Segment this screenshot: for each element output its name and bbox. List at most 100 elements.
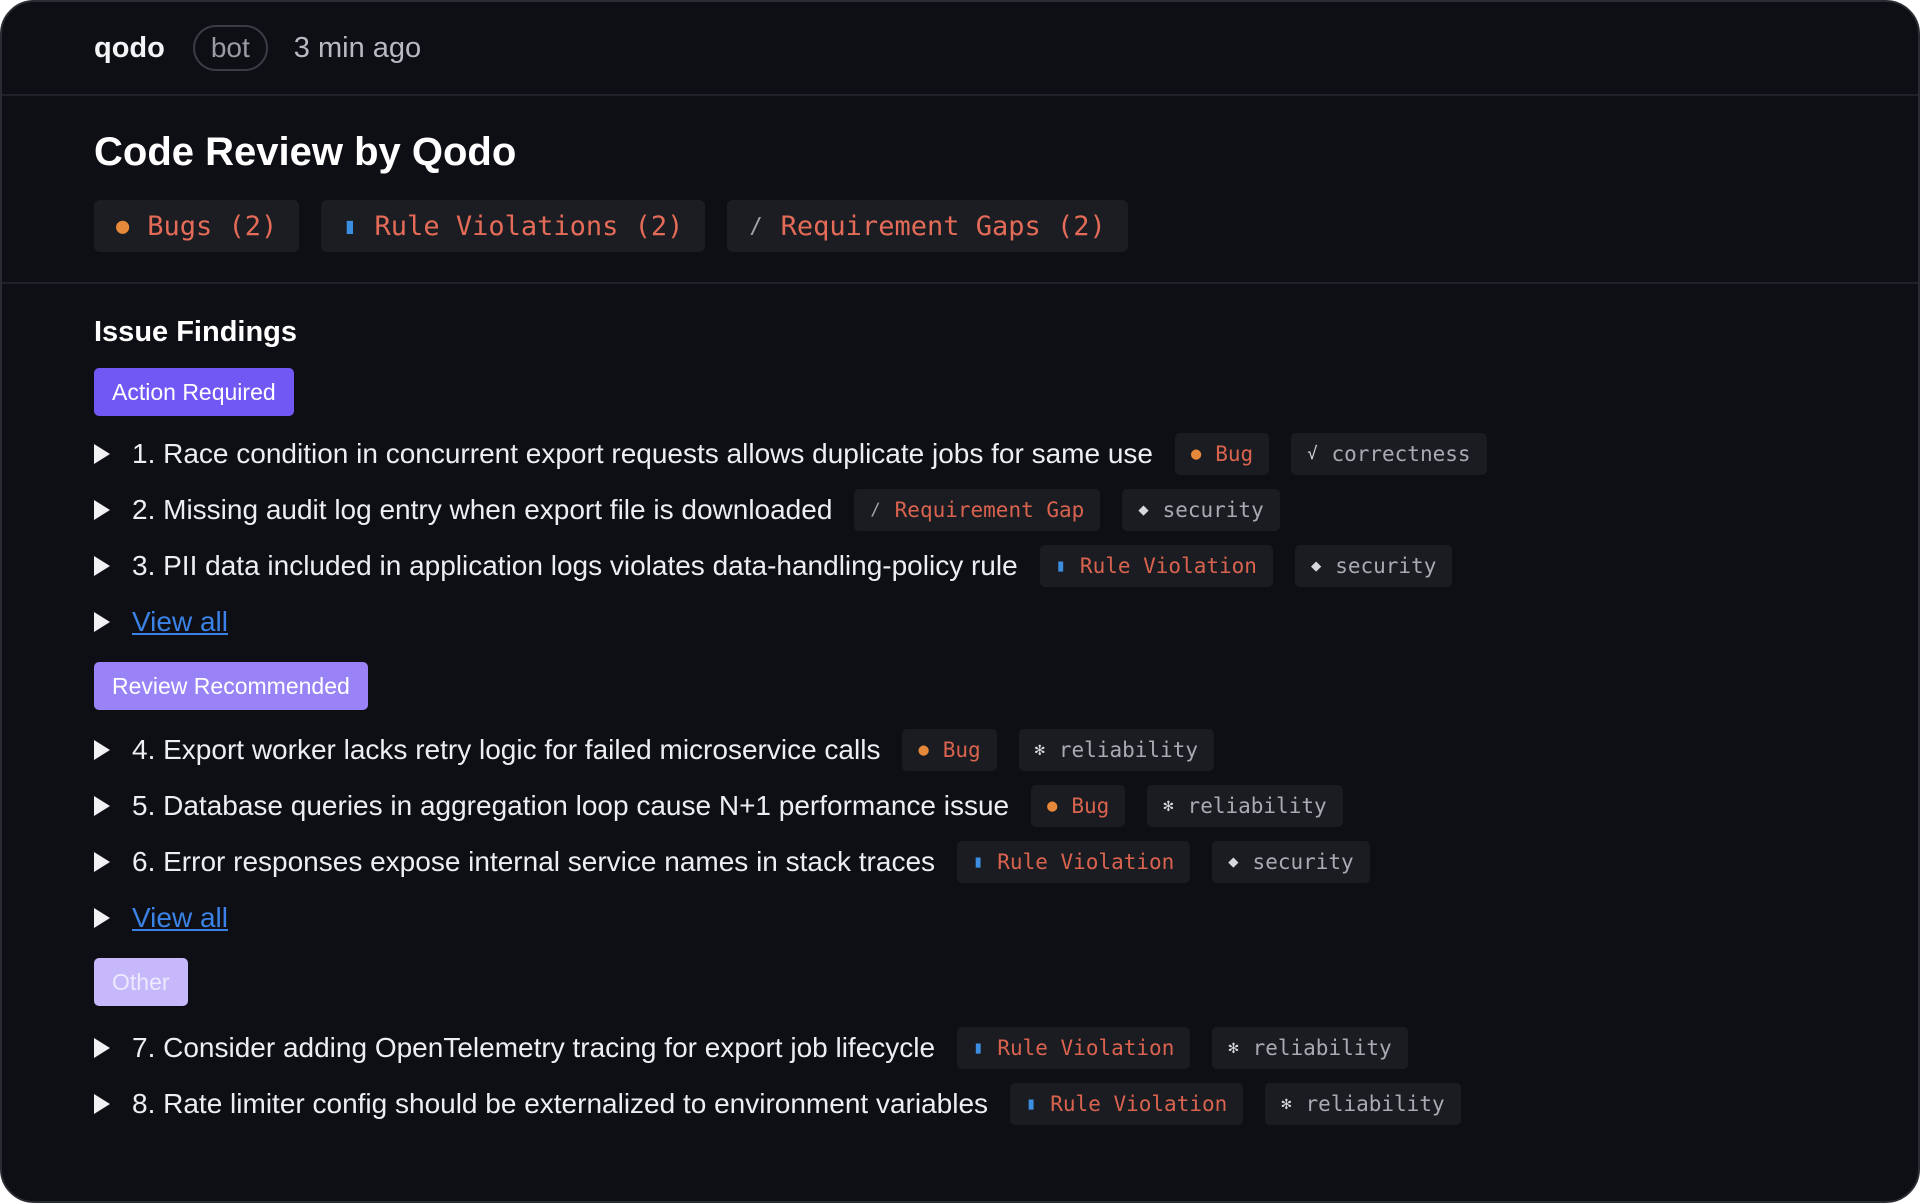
category-tag: ✻ reliability xyxy=(1265,1083,1461,1125)
finding-item[interactable]: 3. PII data included in application logs… xyxy=(94,538,1878,594)
bug-icon: ● xyxy=(1047,796,1058,816)
type-tag: ∕ Requirement Gap xyxy=(854,489,1101,531)
type-tag-label: Requirement Gap xyxy=(894,498,1085,522)
other-badge: Other xyxy=(94,958,188,1006)
diamond-icon: ◆ xyxy=(1138,500,1149,520)
type-tag-label: Rule Violation xyxy=(997,1036,1175,1060)
type-tag: ● Bug xyxy=(902,729,997,771)
bug-icon: ● xyxy=(116,213,130,239)
bot-badge: bot xyxy=(192,25,268,71)
type-tag-label: Rule Violation xyxy=(1079,554,1257,578)
bugs-summary-label: Bugs (2) xyxy=(147,210,278,242)
finding-item[interactable]: 1. Race condition in concurrent export r… xyxy=(94,426,1878,482)
view-all-link[interactable]: View all xyxy=(132,606,228,638)
category-tag-label: security xyxy=(1162,498,1264,522)
review-recommended-badge: Review Recommended xyxy=(94,662,368,710)
category-tag-label: security xyxy=(1335,554,1437,578)
category-tag-label: correctness xyxy=(1331,442,1471,466)
book-icon: ▮ xyxy=(973,1038,984,1058)
expand-triangle-icon[interactable] xyxy=(94,556,110,576)
finding-item[interactable]: 5. Database queries in aggregation loop … xyxy=(94,778,1878,834)
finding-title: 6. Error responses expose internal servi… xyxy=(132,846,936,877)
category-tag-label: reliability xyxy=(1187,794,1327,818)
review-comment-card: qodo bot 3 min ago Code Review by Qodo ●… xyxy=(0,0,1920,1203)
expand-triangle-icon[interactable] xyxy=(94,444,110,464)
finding-title: 3. PII data included in application logs… xyxy=(132,550,1018,581)
category-tag: ✻ reliability xyxy=(1147,785,1343,827)
expand-triangle-icon[interactable] xyxy=(94,852,110,872)
paperclip-icon: ∕ xyxy=(749,213,763,239)
finding-title: 5. Database queries in aggregation loop … xyxy=(132,790,1010,821)
finding-item[interactable]: 8. Rate limiter config should be externa… xyxy=(94,1076,1878,1132)
type-tag-label: Bug xyxy=(1215,442,1254,466)
requirement-gaps-summary-label: Requirement Gaps (2) xyxy=(780,210,1106,242)
view-all-link[interactable]: View all xyxy=(132,902,228,934)
gear-icon: ✻ xyxy=(1228,1038,1239,1058)
action-required-badge: Action Required xyxy=(94,368,294,416)
type-tag-label: Rule Violation xyxy=(1050,1092,1228,1116)
bug-icon: ● xyxy=(1191,444,1202,464)
finding-item[interactable]: 2. Missing audit log entry when export f… xyxy=(94,482,1878,538)
type-tag: ▮ Rule Violation xyxy=(1010,1083,1244,1125)
book-icon: ▮ xyxy=(1026,1094,1037,1114)
finding-item[interactable]: 6. Error responses expose internal servi… xyxy=(94,834,1878,890)
finding-title: 4. Export worker lacks retry logic for f… xyxy=(132,734,881,765)
type-tag: ● Bug xyxy=(1175,433,1270,475)
finding-item[interactable]: 4. Export worker lacks retry logic for f… xyxy=(94,722,1878,778)
rule-violations-summary-chip: ▮ Rule Violations (2) xyxy=(321,200,706,252)
expand-triangle-icon[interactable] xyxy=(94,1094,110,1114)
category-tag: ✻ reliability xyxy=(1212,1027,1408,1069)
type-tag-label: Rule Violation xyxy=(997,850,1175,874)
issue-findings-heading: Issue Findings xyxy=(94,316,298,348)
finding-title: 7. Consider adding OpenTelemetry tracing… xyxy=(132,1032,936,1063)
rule-violations-summary-label: Rule Violations (2) xyxy=(374,210,684,242)
expand-triangle-icon[interactable] xyxy=(94,908,110,928)
type-tag: ▮ Rule Violation xyxy=(1039,545,1273,587)
expand-triangle-icon[interactable] xyxy=(94,612,110,632)
type-tag: ▮ Rule Violation xyxy=(957,841,1191,883)
expand-triangle-icon[interactable] xyxy=(94,500,110,520)
view-all-row[interactable]: View all xyxy=(94,594,1878,650)
review-summary: Code Review by Qodo ● Bugs (2) ▮ Rule Vi… xyxy=(2,96,1918,284)
category-tag: √ correctness xyxy=(1291,433,1487,475)
expand-triangle-icon[interactable] xyxy=(94,796,110,816)
expand-triangle-icon[interactable] xyxy=(94,740,110,760)
type-tag: ● Bug xyxy=(1031,785,1126,827)
bug-icon: ● xyxy=(918,740,929,760)
book-icon: ▮ xyxy=(343,213,357,239)
category-tag: ◆ security xyxy=(1212,841,1370,883)
gear-icon: ✻ xyxy=(1034,740,1045,760)
comment-header: qodo bot 3 min ago xyxy=(2,2,1918,96)
review-title: Code Review by Qodo xyxy=(94,130,517,174)
category-tag: ◆ security xyxy=(1122,489,1280,531)
finding-title: 1. Race condition in concurrent export r… xyxy=(132,438,1153,469)
category-tag: ✻ reliability xyxy=(1018,729,1214,771)
book-icon: ▮ xyxy=(973,852,984,872)
book-icon: ▮ xyxy=(1055,556,1066,576)
bugs-summary-chip: ● Bugs (2) xyxy=(94,200,300,252)
paperclip-icon: ∕ xyxy=(870,500,881,520)
category-tag-label: reliability xyxy=(1252,1036,1392,1060)
author-name[interactable]: qodo xyxy=(94,32,165,65)
type-tag-label: Bug xyxy=(1071,794,1110,818)
type-tag-label: Bug xyxy=(942,738,981,762)
finding-item[interactable]: 7. Consider adding OpenTelemetry tracing… xyxy=(94,1020,1878,1076)
category-tag-label: reliability xyxy=(1305,1092,1445,1116)
category-tag-label: security xyxy=(1252,850,1354,874)
diamond-icon: ◆ xyxy=(1228,852,1239,872)
category-tag-label: reliability xyxy=(1058,738,1198,762)
requirement-gaps-summary-chip: ∕ Requirement Gaps (2) xyxy=(727,200,1128,252)
summary-chips: ● Bugs (2) ▮ Rule Violations (2) ∕ Requi… xyxy=(94,200,1128,252)
type-tag: ▮ Rule Violation xyxy=(957,1027,1191,1069)
gear-icon: ✻ xyxy=(1163,796,1174,816)
timestamp[interactable]: 3 min ago xyxy=(294,32,421,65)
finding-title: 2. Missing audit log entry when export f… xyxy=(132,494,833,525)
issue-findings: Issue Findings Action Required 1. Race c… xyxy=(94,312,1878,1132)
finding-title: 8. Rate limiter config should be externa… xyxy=(132,1088,989,1119)
diamond-icon: ◆ xyxy=(1310,556,1322,576)
gear-icon: ✻ xyxy=(1281,1094,1292,1114)
expand-triangle-icon[interactable] xyxy=(94,1038,110,1058)
check-icon: √ xyxy=(1307,444,1318,464)
view-all-row[interactable]: View all xyxy=(94,890,1878,946)
category-tag: ◆ security xyxy=(1294,545,1453,587)
